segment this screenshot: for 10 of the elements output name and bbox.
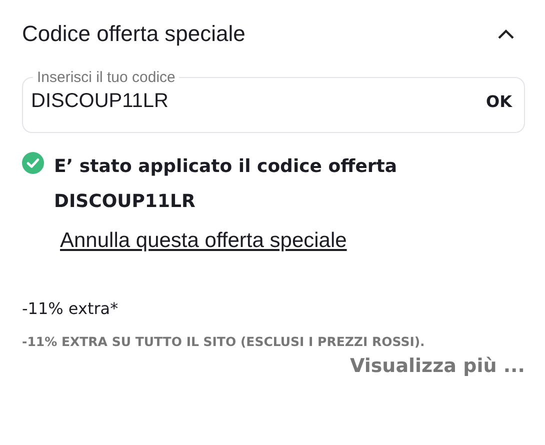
show-more-link[interactable]: Visualizza più ...: [350, 355, 525, 377]
collapse-chevron-icon[interactable]: [497, 28, 515, 40]
ok-button[interactable]: OK: [486, 92, 512, 111]
code-field[interactable]: Inserisci il tuo codice DISCOUP11LR OK: [22, 69, 525, 133]
cancel-offer-link[interactable]: Annulla questa offerta speciale: [60, 229, 347, 252]
check-circle-icon: [22, 152, 44, 174]
section-title: Codice offerta speciale: [22, 21, 246, 47]
success-message: E’ stato applicato il codice offerta DISCOUP11LR: [54, 155, 398, 214]
offer-description: -11% EXTRA SU TUTTO IL SITO (ESCLUSI I PREZZI ROSSI).: [22, 334, 426, 349]
offer-title: -11% extra*: [22, 299, 120, 318]
